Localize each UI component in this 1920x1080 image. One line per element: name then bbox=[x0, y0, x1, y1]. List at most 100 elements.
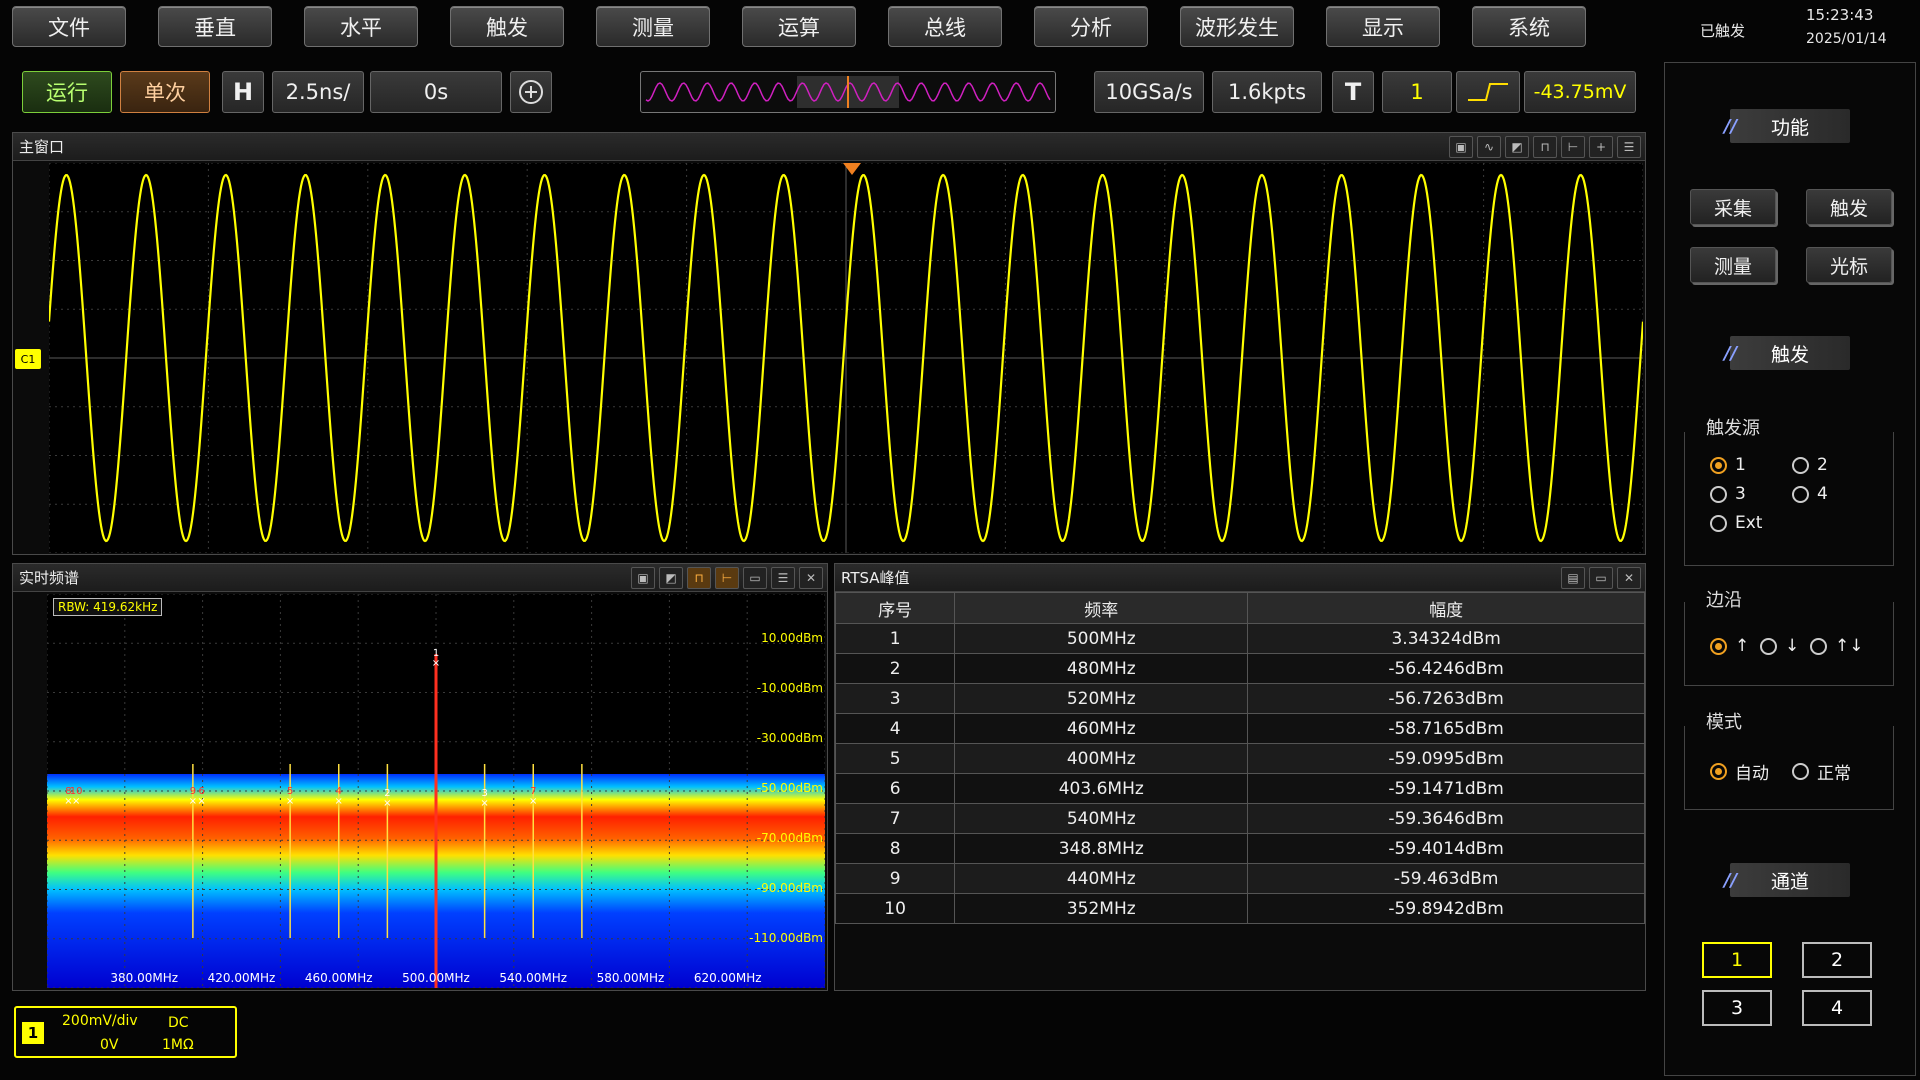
screenshot-icon[interactable]: ▣ bbox=[1449, 136, 1473, 158]
trigger-t-label[interactable]: T bbox=[1332, 71, 1374, 113]
peak-marker-icon: × bbox=[480, 798, 488, 809]
mode-label: 模式 bbox=[1706, 712, 1742, 733]
peak-frequency-cell: 520MHz bbox=[954, 683, 1249, 714]
mode-auto-radio[interactable]: 自动 bbox=[1710, 759, 1769, 784]
source-1-radio[interactable]: 1 bbox=[1710, 455, 1746, 475]
cursor-icon[interactable]: ⊢ bbox=[1561, 136, 1585, 158]
spectrum-y-label: 10.00dBm bbox=[761, 631, 823, 645]
spectrum-maximize-icon[interactable]: ▭ bbox=[743, 567, 767, 589]
peak-marker-icon: × bbox=[335, 796, 343, 807]
spectrum-gate-icon[interactable]: ⊓ bbox=[687, 567, 711, 589]
waveform-overview[interactable] bbox=[640, 71, 1056, 113]
peak-amplitude-cell: -59.1471dBm bbox=[1247, 773, 1645, 804]
spectrum-cursor-icon[interactable]: ⊢ bbox=[715, 567, 739, 589]
spectrum-screenshot-icon[interactable]: ▣ bbox=[631, 567, 655, 589]
single-button[interactable]: 单次 bbox=[120, 71, 210, 113]
menu-display[interactable]: 显示 bbox=[1326, 6, 1440, 47]
spectrum-list-icon[interactable]: ☰ bbox=[771, 567, 795, 589]
trigger-position-marker[interactable] bbox=[843, 163, 861, 175]
trigger-status: 已触发 bbox=[1700, 22, 1746, 40]
spectrum-x-label: 500.00MHz bbox=[402, 971, 470, 985]
source-1-label: 1 bbox=[1735, 455, 1746, 475]
add-icon[interactable]: + bbox=[1589, 136, 1613, 158]
cursor-button[interactable]: 光标 bbox=[1806, 247, 1892, 283]
trigger-level-field[interactable]: -43.75mV bbox=[1524, 71, 1636, 113]
trigger-channel-field[interactable]: 1 bbox=[1382, 71, 1452, 113]
col-frequency-header: 频率 bbox=[954, 592, 1249, 624]
menu-vertical[interactable]: 垂直 bbox=[158, 6, 272, 47]
horizontal-h-label[interactable]: H bbox=[222, 71, 264, 113]
channel-2-button[interactable]: 2 bbox=[1802, 942, 1872, 978]
channel-4-button[interactable]: 4 bbox=[1802, 990, 1872, 1026]
source-3-radio[interactable]: 3 bbox=[1710, 484, 1746, 504]
source-2-label: 2 bbox=[1817, 455, 1828, 475]
rising-edge-icon[interactable] bbox=[1456, 71, 1520, 113]
peak-marker-icon: × bbox=[197, 796, 205, 807]
table-row[interactable]: 10 352MHz -59.8942dBm bbox=[834, 893, 1645, 924]
rtsa-maximize-icon[interactable]: ▭ bbox=[1589, 567, 1613, 589]
table-row[interactable]: 1 500MHz 3.34324dBm bbox=[834, 623, 1645, 654]
measure-button[interactable]: 测量 bbox=[1690, 247, 1776, 283]
menu-list-icon[interactable]: ☰ bbox=[1617, 136, 1641, 158]
image-icon[interactable]: ◩ bbox=[1505, 136, 1529, 158]
spectrum-display[interactable]: 1×2×3×9×8×10×5×4×7×6×10.00dBm-10.00dBm-3… bbox=[47, 594, 825, 988]
spectrum-x-label: 460.00MHz bbox=[305, 971, 373, 985]
source-4-radio[interactable]: 4 bbox=[1792, 484, 1828, 504]
channel1-marker[interactable]: C1 bbox=[15, 349, 41, 369]
menu-analysis[interactable]: 分析 bbox=[1034, 6, 1148, 47]
menu-bus[interactable]: 总线 bbox=[888, 6, 1002, 47]
main-window-title-text: 主窗口 bbox=[19, 138, 65, 156]
table-row[interactable]: 9 440MHz -59.463dBm bbox=[834, 863, 1645, 894]
table-row[interactable]: 5 400MHz -59.0995dBm bbox=[834, 743, 1645, 774]
spectrum-x-label: 580.00MHz bbox=[597, 971, 665, 985]
clock-date: 2025/01/14 bbox=[1806, 31, 1887, 47]
zoom-in-icon[interactable] bbox=[510, 71, 552, 113]
radio-empty-icon bbox=[1710, 485, 1727, 503]
menu-horizontal[interactable]: 水平 bbox=[304, 6, 418, 47]
menu-system[interactable]: 系统 bbox=[1472, 6, 1586, 47]
spectrum-close-icon[interactable]: ✕ bbox=[799, 567, 823, 589]
menu-waveform-gen[interactable]: 波形发生 bbox=[1180, 6, 1294, 47]
function-section-header: 功能 bbox=[1724, 109, 1850, 143]
source-ext-label: Ext bbox=[1735, 513, 1763, 533]
main-window-panel: 主窗口 ▣ ∿ ◩ ⊓ ⊢ + ☰ C1 bbox=[12, 132, 1646, 555]
source-ext-radio[interactable]: Ext bbox=[1710, 513, 1762, 533]
table-row[interactable]: 3 520MHz -56.7263dBm bbox=[834, 683, 1645, 714]
menu-trigger[interactable]: 触发 bbox=[450, 6, 564, 47]
sample-rate-field[interactable]: 10GSa/s bbox=[1094, 71, 1204, 113]
mode-normal-radio[interactable]: 正常 bbox=[1792, 759, 1851, 784]
table-row[interactable]: 2 480MHz -56.4246dBm bbox=[834, 653, 1645, 684]
peak-frequency-cell: 500MHz bbox=[954, 623, 1249, 654]
run-button[interactable]: 运行 bbox=[22, 71, 112, 113]
gate-icon[interactable]: ⊓ bbox=[1533, 136, 1557, 158]
menu-measure[interactable]: 测量 bbox=[596, 6, 710, 47]
acquire-button[interactable]: 采集 bbox=[1690, 189, 1776, 225]
menu-math[interactable]: 运算 bbox=[742, 6, 856, 47]
channel-1-button[interactable]: 1 bbox=[1702, 942, 1772, 978]
channel1-info-box[interactable]: 1 200mV/div DC 0V 1MΩ bbox=[14, 1006, 237, 1058]
channel-3-button[interactable]: 3 bbox=[1702, 990, 1772, 1026]
table-row[interactable]: 6 403.6MHz -59.1471dBm bbox=[834, 773, 1645, 804]
table-row[interactable]: 7 540MHz -59.3646dBm bbox=[834, 803, 1645, 834]
table-row[interactable]: 8 348.8MHz -59.4014dBm bbox=[834, 833, 1645, 864]
edge-both-radio[interactable]: ↑↓ bbox=[1810, 636, 1864, 656]
menu-file[interactable]: 文件 bbox=[12, 6, 126, 47]
wave-icon[interactable]: ∿ bbox=[1477, 136, 1501, 158]
col-index-header: 序号 bbox=[834, 592, 956, 624]
channel1-marker-text: C1 bbox=[20, 352, 36, 366]
source-2-radio[interactable]: 2 bbox=[1792, 455, 1828, 475]
main-waveform-display[interactable] bbox=[49, 163, 1643, 553]
peak-amplitude-cell: 3.34324dBm bbox=[1247, 623, 1645, 654]
horizontal-offset-field[interactable]: 0s bbox=[370, 71, 502, 113]
timebase-field[interactable]: 2.5ns/ bbox=[272, 71, 364, 113]
spectrum-image-icon[interactable]: ◩ bbox=[659, 567, 683, 589]
rtsa-close-icon[interactable]: ✕ bbox=[1617, 567, 1641, 589]
trigger-button[interactable]: 触发 bbox=[1806, 189, 1892, 225]
table-row[interactable]: 4 460MHz -58.7165dBm bbox=[834, 713, 1645, 744]
edge-rising-radio[interactable]: ↑ bbox=[1710, 636, 1749, 656]
export-document-icon[interactable]: ▤ bbox=[1561, 567, 1585, 589]
peak-index-cell: 9 bbox=[834, 863, 956, 894]
memory-depth-field[interactable]: 1.6kpts bbox=[1212, 71, 1322, 113]
edge-falling-radio[interactable]: ↓ bbox=[1760, 636, 1799, 656]
peak-amplitude-cell: -59.3646dBm bbox=[1247, 803, 1645, 834]
